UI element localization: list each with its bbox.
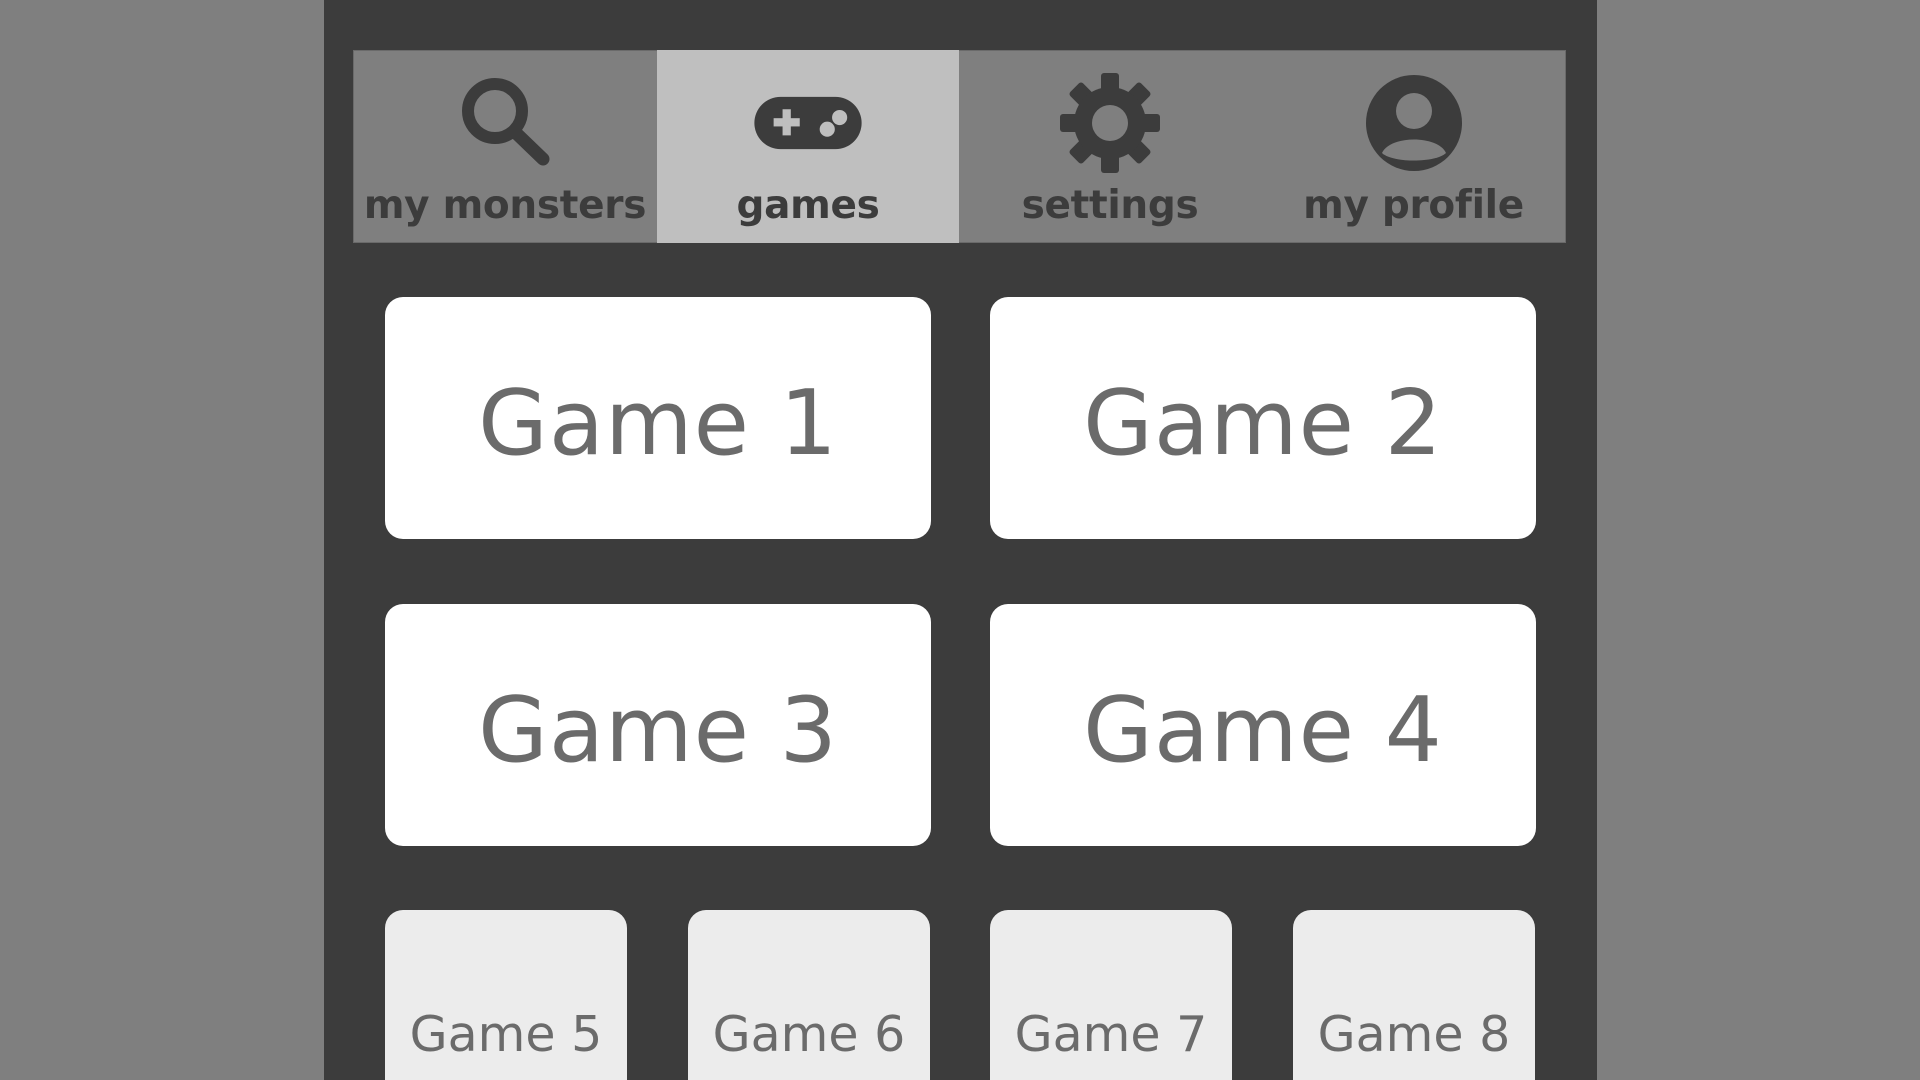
nav-item-my-profile[interactable]: my profile bbox=[1261, 50, 1566, 243]
search-icon bbox=[450, 68, 560, 178]
game-tile-label: Game 5 bbox=[409, 1006, 603, 1063]
profile-icon bbox=[1359, 68, 1469, 178]
gear-icon bbox=[1055, 68, 1165, 178]
nav-label-my-monsters: my monsters bbox=[363, 183, 647, 228]
game-tile-7[interactable]: Game 7 bbox=[990, 910, 1232, 1080]
game-tile-6[interactable]: Game 6 bbox=[688, 910, 930, 1080]
game-tile-3[interactable]: Game 3 bbox=[385, 604, 931, 846]
game-tile-label: Game 3 bbox=[478, 677, 838, 783]
game-tile-label: Game 8 bbox=[1317, 1006, 1511, 1063]
nav-item-games[interactable]: games bbox=[657, 50, 959, 243]
game-tile-label: Game 2 bbox=[1083, 370, 1443, 476]
game-tile-5[interactable]: Game 5 bbox=[385, 910, 627, 1080]
game-tile-1[interactable]: Game 1 bbox=[385, 297, 931, 539]
game-tile-label: Game 1 bbox=[478, 370, 838, 476]
gamepad-icon bbox=[753, 68, 863, 178]
nav-label-games: games bbox=[736, 183, 880, 228]
nav-label-settings: settings bbox=[1021, 183, 1199, 228]
game-tile-8[interactable]: Game 8 bbox=[1293, 910, 1535, 1080]
app-panel: my monsters games settings my profile Ga… bbox=[324, 0, 1597, 1080]
nav-label-my-profile: my profile bbox=[1303, 183, 1524, 228]
nav-item-my-monsters[interactable]: my monsters bbox=[353, 50, 657, 243]
game-tile-label: Game 4 bbox=[1083, 677, 1443, 783]
game-tile-label: Game 7 bbox=[1014, 1006, 1208, 1063]
game-tile-label: Game 6 bbox=[712, 1006, 906, 1063]
nav-item-settings[interactable]: settings bbox=[959, 50, 1261, 243]
game-tile-4[interactable]: Game 4 bbox=[990, 604, 1536, 846]
game-tile-2[interactable]: Game 2 bbox=[990, 297, 1536, 539]
main-navigation: my monsters games settings my profile bbox=[353, 50, 1566, 243]
